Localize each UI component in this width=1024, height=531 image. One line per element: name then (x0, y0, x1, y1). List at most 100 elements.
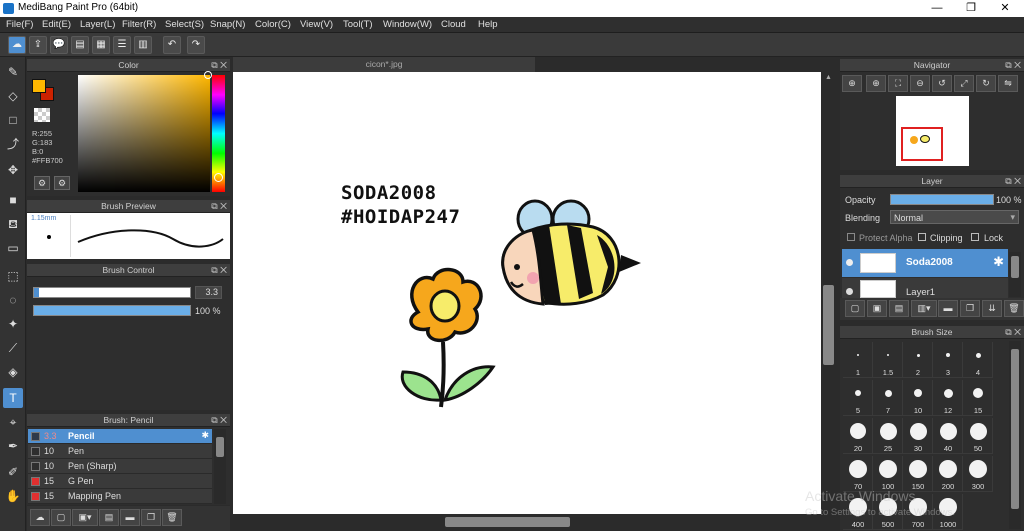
brush-size-option[interactable]: 40 (933, 418, 963, 454)
menu-help[interactable]: Help (478, 19, 498, 30)
layer-row-layer1[interactable]: Layer1 (842, 278, 1008, 298)
brush-item-g-pen[interactable]: 15 G Pen (28, 474, 212, 489)
brush-size-option[interactable]: 200 (933, 456, 963, 492)
saturation-value-picker[interactable] (78, 75, 210, 192)
brush-item-pen[interactable]: 10 Pen (28, 444, 212, 459)
brush-size-option[interactable]: 25 (873, 418, 903, 454)
brush-size-option[interactable]: 20 (843, 418, 873, 454)
comment-icon[interactable]: 💬 (50, 36, 68, 54)
select-pen-tool-icon[interactable]: ⟋ (3, 338, 23, 358)
menu-cloud[interactable]: Cloud (441, 19, 466, 30)
brush-size-option[interactable]: 5 (843, 380, 873, 416)
folder-icon[interactable]: ▬ (120, 509, 140, 526)
canvas-horizontal-scroll-thumb[interactable] (445, 517, 570, 527)
rotate-left-icon[interactable]: ↺ (932, 75, 952, 92)
visibility-icon[interactable] (846, 288, 853, 295)
brush-size-option[interactable]: 3 (933, 342, 963, 378)
maximize-button[interactable]: ❐ (954, 0, 988, 17)
pen-tool-icon[interactable]: ✐ (3, 462, 23, 482)
minimize-button[interactable]: — (920, 0, 954, 17)
rotate-right-icon[interactable]: ↻ (976, 75, 996, 92)
palette-icon[interactable]: ⚙ (34, 176, 50, 190)
menu-filter[interactable]: Filter(R) (122, 19, 156, 30)
eyedropper-tool-icon[interactable]: ✒ (3, 436, 23, 456)
brush-size-slider[interactable] (33, 287, 191, 298)
brush-size-option[interactable]: 2 (903, 342, 933, 378)
undo-icon[interactable]: ↶ (163, 36, 181, 54)
add-brush-icon[interactable]: ▣▾ (72, 509, 98, 526)
curve-tool-icon[interactable]: ⤴ (3, 134, 23, 154)
brush-cloud-icon[interactable]: ☁ (30, 509, 50, 526)
brush-opacity-slider[interactable] (33, 305, 191, 316)
message-icon[interactable]: ▤ (71, 36, 89, 54)
new-8bit-layer-icon[interactable]: ▤ (889, 300, 909, 317)
brush-size-scroll-thumb[interactable] (1011, 349, 1019, 509)
blending-dropdown[interactable]: Normal ▾ (890, 210, 1019, 224)
fit-screen-icon[interactable]: ⤢ (954, 75, 974, 92)
select-eraser-tool-icon[interactable]: ◈ (3, 362, 23, 382)
menu-color[interactable]: Color(C) (255, 19, 291, 30)
brush-size-option[interactable]: 50 (963, 418, 993, 454)
grid-icon[interactable]: ▥ (134, 36, 152, 54)
document-tab[interactable]: cicon*.jpg (233, 57, 535, 72)
color-tools-icon[interactable]: ⚙ (54, 176, 70, 190)
add-layer-menu-icon[interactable]: ▥▾ (911, 300, 937, 317)
panel-controls-icon[interactable]: ⧉ ✕ (1005, 59, 1021, 72)
scroll-up-icon[interactable]: ▲ (825, 74, 832, 81)
layer-opacity-slider[interactable] (890, 194, 994, 205)
share-icon[interactable]: ⇪ (29, 36, 47, 54)
drawing-canvas[interactable]: SODA2008 #HOIDAP247 (233, 72, 821, 514)
menu-view[interactable]: View(V) (300, 19, 333, 30)
brush-list-scrollbar[interactable] (214, 429, 226, 504)
rectangle-tool-icon[interactable]: □ (3, 110, 23, 130)
operation-tool-icon[interactable]: ⌖ (3, 412, 23, 432)
list-icon[interactable]: ☰ (113, 36, 131, 54)
protect-alpha-checkbox[interactable] (847, 233, 855, 241)
trash-icon[interactable]: 🗑 (162, 509, 182, 526)
gradient-tool-icon[interactable]: ▭ (3, 238, 23, 258)
lasso-tool-icon[interactable]: ◌ (3, 290, 23, 310)
flip-icon[interactable]: ⇋ (998, 75, 1018, 92)
menu-layer[interactable]: Layer(L) (80, 19, 115, 30)
eraser-tool-icon[interactable]: ◇ (3, 86, 23, 106)
panel-controls-icon[interactable]: ⧉ ✕ (211, 59, 227, 72)
brush-size-option[interactable]: 300 (963, 456, 993, 492)
panel-controls-icon[interactable]: ⧉ ✕ (211, 414, 227, 427)
visibility-icon[interactable] (846, 259, 853, 266)
new-halftone-layer-icon[interactable]: ▣ (867, 300, 887, 317)
canvas-vertical-scroll-thumb[interactable] (823, 285, 834, 365)
layer-settings-icon[interactable]: ✱ (993, 254, 1004, 270)
duplicate-layer-icon[interactable]: ❐ (960, 300, 980, 317)
zoom-out-icon[interactable]: ⊖ (910, 75, 930, 92)
menu-edit[interactable]: Edit(E) (42, 19, 71, 30)
redo-icon[interactable]: ↷ (187, 36, 205, 54)
hand-tool-icon[interactable]: ✋ (3, 486, 23, 506)
brush-size-option[interactable]: 1 (843, 342, 873, 378)
menu-snap[interactable]: Snap(N) (210, 19, 245, 30)
cloud-icon[interactable]: ☁ (8, 36, 26, 54)
panel-controls-icon[interactable]: ⧉ ✕ (1005, 175, 1021, 188)
brush-doc-icon[interactable]: ▤ (99, 509, 119, 526)
select-rect-tool-icon[interactable]: ⬚ (3, 266, 23, 286)
brush-settings-icon[interactable]: ✱ (201, 430, 209, 441)
brush-size-option[interactable]: 30 (903, 418, 933, 454)
foreground-color-swatch[interactable] (32, 79, 46, 93)
new-brush-icon[interactable]: ▢ (51, 509, 71, 526)
fit-window-icon[interactable]: ⛶ (888, 75, 908, 92)
brush-size-scrollbar[interactable] (1009, 341, 1021, 529)
layer-folder-icon[interactable]: ▬ (938, 300, 958, 317)
lock-checkbox[interactable] (971, 233, 979, 241)
navigator-viewport[interactable] (901, 127, 943, 161)
move-tool-icon[interactable]: ✥ (3, 160, 23, 180)
navigator-thumbnail[interactable] (896, 96, 969, 166)
close-button[interactable]: ✕ (988, 0, 1022, 17)
merge-layer-icon[interactable]: ⇊ (982, 300, 1002, 317)
layer-list-scrollbar[interactable] (1009, 252, 1021, 297)
brush-list-scroll-thumb[interactable] (216, 437, 224, 457)
brush-size-option[interactable]: 4 (963, 342, 993, 378)
brush-size-option[interactable]: 12 (933, 380, 963, 416)
fill-rect-tool-icon[interactable]: ■ (3, 190, 23, 210)
menu-tool[interactable]: Tool(T) (343, 19, 373, 30)
brush-size-option[interactable]: 10 (903, 380, 933, 416)
copy-icon[interactable]: ❐ (141, 509, 161, 526)
